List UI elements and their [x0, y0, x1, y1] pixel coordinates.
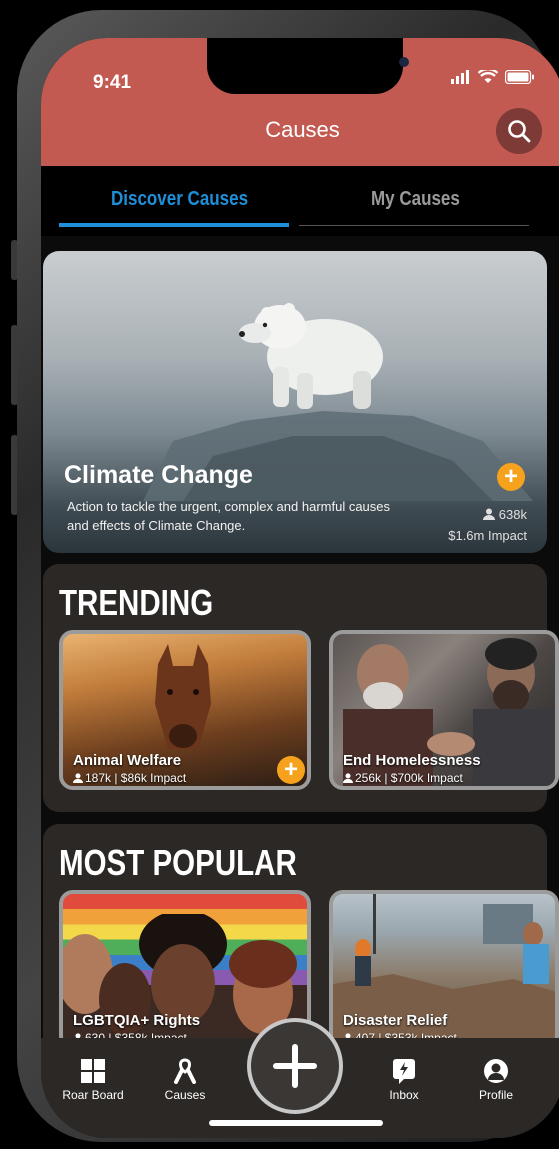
- plus-icon: [273, 1044, 317, 1088]
- create-button[interactable]: [247, 1018, 343, 1114]
- featured-supporters-count: 638k: [498, 507, 527, 522]
- home-indicator[interactable]: [209, 1120, 383, 1126]
- person-icon: [482, 508, 495, 520]
- trending-title: TRENDING: [59, 582, 214, 623]
- card-title: Disaster Relief: [343, 1012, 448, 1029]
- nav-item-inbox[interactable]: Inbox: [364, 1058, 444, 1102]
- nav-item-roar-board[interactable]: Roar Board: [53, 1058, 133, 1102]
- ribbon-icon: [174, 1058, 196, 1084]
- person-icon: [73, 773, 83, 783]
- featured-description: Action to tackle the urgent, complex and…: [67, 499, 391, 533]
- search-icon: [508, 120, 531, 143]
- person-icon: [343, 773, 353, 783]
- card-stats-text: 256k | $700k Impact: [355, 771, 463, 785]
- phone-screen: 9:41 Causes Discover Causes My Causes Cl…: [41, 38, 559, 1138]
- featured-supporters: 638k: [482, 507, 527, 522]
- camera-icon: [399, 57, 409, 67]
- card-title: End Homelessness: [343, 752, 481, 769]
- app-header: 9:41 Causes: [41, 38, 559, 166]
- inbox-icon: [393, 1059, 415, 1084]
- add-cause-button[interactable]: +: [277, 756, 305, 784]
- grid-icon: [81, 1059, 105, 1083]
- wifi-icon: [478, 70, 498, 83]
- featured-impact: $1.6m Impact: [448, 528, 527, 543]
- add-cause-button[interactable]: +: [497, 463, 525, 491]
- trending-section: TRENDING Animal Welfare 187k | $86k Impa…: [43, 564, 559, 812]
- signal-icon: [451, 70, 469, 84]
- active-tab-indicator: [59, 223, 289, 227]
- page-title: Causes: [265, 117, 340, 142]
- featured-cause-card[interactable]: Climate Change Action to tackle the urge…: [43, 251, 547, 553]
- nav-item-profile[interactable]: Profile: [456, 1058, 536, 1102]
- nav-label: Roar Board: [62, 1088, 124, 1102]
- tab-discover-causes[interactable]: Discover Causes: [111, 188, 248, 211]
- cause-card-animal-welfare[interactable]: Animal Welfare 187k | $86k Impact +: [59, 630, 311, 790]
- tab-my-causes[interactable]: My Causes: [371, 188, 460, 211]
- battery-icon: [505, 70, 534, 84]
- nav-label: Profile: [478, 1088, 513, 1102]
- horse-image: [155, 644, 211, 749]
- nav-item-causes[interactable]: Causes: [145, 1058, 225, 1102]
- card-stats: 256k | $700k Impact: [343, 771, 463, 785]
- nav-label: Inbox: [389, 1088, 419, 1102]
- featured-title: Climate Change: [64, 461, 253, 489]
- nav-label: Causes: [164, 1088, 206, 1102]
- notch: [207, 38, 409, 94]
- cause-card-end-homelessness[interactable]: End Homelessness 256k | $700k Impact: [329, 630, 559, 790]
- most-popular-title: MOST POPULAR: [59, 842, 297, 883]
- card-stats-text: 187k | $86k Impact: [85, 771, 187, 785]
- cause-card-disaster-relief[interactable]: Disaster Relief 407 | $353k Impact: [329, 890, 559, 1050]
- phone-frame: 9:41 Causes Discover Causes My Causes Cl…: [17, 10, 559, 1142]
- card-stats: 187k | $86k Impact: [73, 771, 186, 785]
- inactive-tab-underline: [299, 225, 529, 226]
- card-title: LGBTQIA+ Rights: [73, 1012, 201, 1029]
- status-time: 9:41: [93, 72, 132, 93]
- status-icons: [451, 70, 535, 84]
- search-button[interactable]: [496, 108, 542, 154]
- card-title: Animal Welfare: [73, 752, 182, 769]
- profile-icon: [484, 1059, 508, 1083]
